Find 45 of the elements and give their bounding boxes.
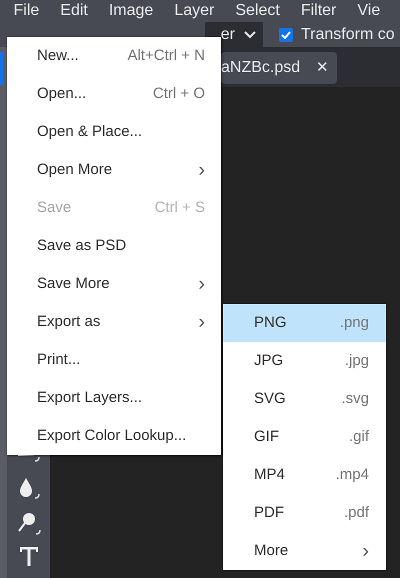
menu-item[interactable]: Vie [346, 0, 391, 22]
menu-item[interactable]: Open More › [7, 151, 221, 189]
submenu-arrow: › [198, 160, 205, 180]
document-tab[interactable]: aNZBc.psd ✕ [221, 52, 338, 84]
submenu-arrow: › [198, 312, 205, 332]
file-extension: .jpg [344, 350, 369, 371]
transform-checkbox[interactable] [279, 28, 293, 42]
file-extension: .mp4 [336, 464, 369, 485]
menu-item[interactable]: Filter [290, 0, 347, 22]
menu-item[interactable]: Export Color Lookup... [7, 417, 221, 455]
file-extension: .gif [348, 426, 369, 447]
shortcut: Alt+Ctrl + N [127, 46, 205, 66]
submenu-arrow: › [198, 274, 205, 294]
dodge-tool-icon[interactable] [16, 512, 40, 536]
menu-item[interactable]: Print... [7, 341, 221, 379]
menu-item[interactable]: Select [224, 0, 290, 22]
text-tool-icon[interactable] [18, 546, 38, 566]
chevron-down-icon [244, 30, 256, 39]
close-button[interactable]: ✕ [316, 56, 330, 80]
shortcut: Ctrl + O [152, 84, 205, 104]
menu-item[interactable]: More › [223, 532, 386, 570]
file-extension: .png [340, 312, 369, 333]
active-tool-indicator [0, 52, 3, 85]
menu-item[interactable]: PDF .pdf [223, 494, 386, 532]
menu-item[interactable]: Save More › [7, 265, 221, 303]
checkbox-label: Transform co [301, 24, 395, 45]
shortcut: Ctrl + S [154, 198, 205, 218]
menu-item[interactable]: SVG .svg [223, 380, 386, 418]
menu-item[interactable]: MP4 .mp4 [223, 456, 386, 494]
menu-item[interactable]: Edit [50, 0, 98, 22]
menu-item[interactable]: Export Layers... [7, 379, 221, 417]
menu-item[interactable]: Export as › [7, 303, 221, 341]
menu-item[interactable]: Save as PSD [7, 227, 221, 265]
submenu-arrow: › [362, 541, 369, 561]
menu-item[interactable]: Image [98, 0, 164, 22]
menu-item[interactable]: Open & Place... [7, 113, 221, 151]
file-extension: .pdf [344, 502, 369, 523]
menu-item[interactable]: Layer [164, 0, 225, 22]
menu-item[interactable]: File [3, 0, 50, 22]
menu-item[interactable]: GIF .gif [223, 418, 386, 456]
drop-tool-icon[interactable] [18, 477, 40, 499]
menu-item[interactable]: Open... Ctrl + O [7, 75, 221, 113]
file-extension: .svg [341, 388, 369, 409]
menu-item[interactable]: JPG .jpg [223, 342, 386, 380]
menu-item[interactable]: PNG .png [223, 304, 386, 342]
